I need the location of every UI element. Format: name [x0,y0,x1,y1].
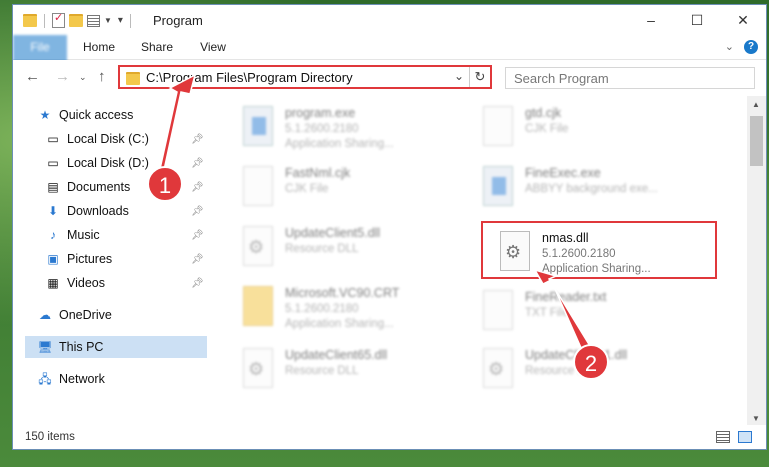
arrow-1 [159,73,197,171]
annotation-arrows [159,73,592,352]
step-1-badge: 1 [147,166,183,202]
step-2-badge: 2 [573,344,609,380]
arrow-2 [533,268,592,352]
